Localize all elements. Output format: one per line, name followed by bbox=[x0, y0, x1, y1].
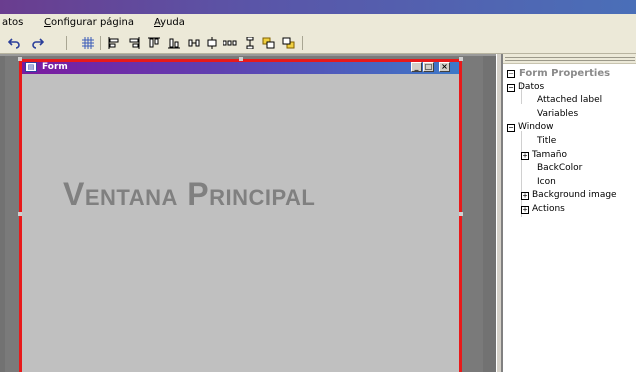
property-row-label: Tamaño bbox=[532, 149, 568, 160]
align-top-icon[interactable] bbox=[146, 35, 162, 51]
property-row[interactable]: Title bbox=[503, 135, 636, 148]
menu-mnemonic: C bbox=[44, 17, 51, 28]
space-evenly-icon[interactable] bbox=[222, 35, 238, 51]
align-left-icon[interactable] bbox=[106, 35, 122, 51]
resize-handle-top[interactable] bbox=[239, 57, 243, 61]
property-row-label: Title bbox=[537, 136, 557, 146]
resize-handle-left[interactable] bbox=[18, 212, 22, 216]
expand-toggle-icon[interactable]: + bbox=[521, 151, 529, 160]
resize-handle-top-left[interactable] bbox=[18, 57, 22, 61]
property-row-label: Actions bbox=[532, 204, 565, 214]
resize-handle-top-right[interactable] bbox=[459, 57, 463, 61]
form-selection-outline bbox=[19, 59, 462, 372]
properties-header: − Form Properties bbox=[503, 67, 636, 80]
collapse-toggle-icon[interactable]: − bbox=[507, 83, 515, 92]
property-row-label: Datos bbox=[518, 81, 545, 92]
resize-handle-right[interactable] bbox=[459, 212, 463, 216]
toolbar-separator bbox=[66, 36, 67, 50]
property-row[interactable]: + Tamaño bbox=[503, 149, 636, 162]
menu-bar: atos Configurar página Ayuda bbox=[0, 14, 636, 32]
expand-toggle-icon[interactable]: + bbox=[521, 206, 529, 214]
property-row[interactable]: + Background image bbox=[503, 189, 636, 202]
property-row[interactable]: Icon bbox=[503, 176, 636, 189]
property-row-label: Icon bbox=[537, 176, 556, 187]
toolbar bbox=[0, 32, 636, 54]
property-row[interactable]: + Actions bbox=[503, 203, 636, 216]
properties-header-label: Form Properties bbox=[519, 68, 611, 79]
property-row-label: Attached label bbox=[537, 95, 603, 106]
space-horizontal-icon[interactable] bbox=[186, 35, 202, 51]
properties-panel: − Form Properties − Datos Attached label Vari… bbox=[502, 54, 636, 372]
menu-label: yuda bbox=[160, 17, 185, 28]
menu-item-configurar-pagina[interactable]: Configurar página bbox=[44, 17, 134, 28]
grid-icon[interactable] bbox=[80, 35, 96, 51]
property-row[interactable]: − Window bbox=[503, 121, 636, 134]
property-row[interactable]: Attached label bbox=[503, 94, 636, 107]
bring-front-icon[interactable] bbox=[260, 35, 276, 51]
redo-icon[interactable] bbox=[30, 35, 46, 51]
property-row-label: Window bbox=[518, 122, 554, 133]
space-vertical-icon[interactable] bbox=[242, 35, 258, 51]
align-center-icon[interactable] bbox=[126, 35, 142, 51]
toolbar-separator bbox=[302, 36, 303, 50]
menu-item-datos[interactable]: atos bbox=[2, 17, 23, 28]
send-back-icon[interactable] bbox=[280, 35, 296, 51]
app-title-strip bbox=[0, 0, 636, 14]
collapse-toggle-icon[interactable]: − bbox=[507, 124, 515, 133]
property-row-label: Background image bbox=[532, 190, 617, 201]
property-row-label: Variables bbox=[537, 108, 579, 119]
property-row-label: BackColor bbox=[537, 163, 583, 174]
main-window-label[interactable]: Ventana Principal bbox=[63, 176, 403, 213]
undo-icon[interactable] bbox=[6, 35, 22, 51]
property-row[interactable]: − Datos bbox=[503, 81, 636, 94]
center-horizontal-icon[interactable] bbox=[204, 35, 220, 51]
menu-label: onfigurar página bbox=[50, 17, 135, 28]
property-row[interactable]: BackColor bbox=[503, 162, 636, 175]
menu-item-ayuda[interactable]: Ayuda bbox=[154, 17, 185, 28]
collapse-toggle-icon[interactable]: − bbox=[507, 70, 515, 78]
align-bottom-icon[interactable] bbox=[166, 35, 182, 51]
expand-toggle-icon[interactable]: + bbox=[521, 192, 529, 201]
toolbar-separator bbox=[100, 36, 101, 50]
property-row[interactable]: Variables bbox=[503, 108, 636, 121]
properties-panel-grip bbox=[503, 54, 636, 64]
